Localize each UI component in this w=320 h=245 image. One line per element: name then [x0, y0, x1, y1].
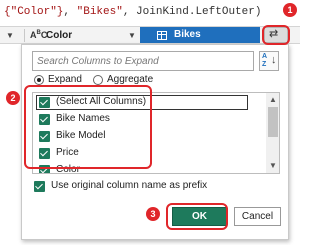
expand-radio[interactable] [34, 75, 44, 85]
aggregate-radio[interactable] [93, 75, 103, 85]
highlight-columns-list [24, 85, 152, 169]
column-header-color[interactable]: Color [46, 30, 72, 41]
formula-text: {"Color"}, "Bikes", JoinKind.LeftOuter) [0, 0, 300, 24]
column-header-bikes[interactable]: Bikes [140, 27, 260, 43]
highlight-expand-button [262, 25, 290, 45]
search-columns-input[interactable] [32, 51, 254, 71]
formula-string-color: {"Color"} [4, 6, 64, 18]
sort-arrow-icon: ↓ [271, 54, 277, 66]
formula-string-bikes: "Bikes" [76, 6, 123, 18]
text-type-icon[interactable]: ABC [30, 30, 47, 40]
formula-rest: , JoinKind.LeftOuter) [122, 6, 262, 18]
prefix-checkbox[interactable] [34, 181, 45, 192]
column-header-bar: ▼ ABC Color ▼ Bikes ⇄ [0, 26, 300, 44]
cancel-button[interactable]: Cancel [234, 207, 281, 226]
expand-radio-label: Expand [48, 74, 82, 85]
column-header-bikes-label: Bikes [174, 29, 201, 40]
scrollbar-thumb[interactable] [268, 107, 278, 137]
scroll-down-icon[interactable]: ▼ [269, 161, 277, 170]
aggregate-radio-label: Aggregate [107, 74, 154, 85]
table-icon [157, 31, 167, 40]
step-badge-2: 2 [6, 91, 20, 105]
formula-separator: , [63, 6, 77, 18]
step-badge-3: 3 [146, 207, 160, 221]
list-scrollbar[interactable]: ▲ ▼ [266, 93, 279, 173]
prefix-label: Use original column name as prefix [51, 180, 208, 191]
sort-az-icon: AZ [262, 53, 268, 68]
highlight-ok-button [166, 203, 228, 230]
column-divider [24, 29, 25, 42]
column-filter-chevron-icon[interactable]: ▼ [128, 31, 136, 40]
sort-button[interactable]: AZ ↓ [259, 51, 279, 71]
chevron-down-icon[interactable]: ▼ [6, 31, 14, 40]
scroll-up-icon[interactable]: ▲ [269, 95, 277, 104]
step-badge-1: 1 [283, 3, 297, 17]
